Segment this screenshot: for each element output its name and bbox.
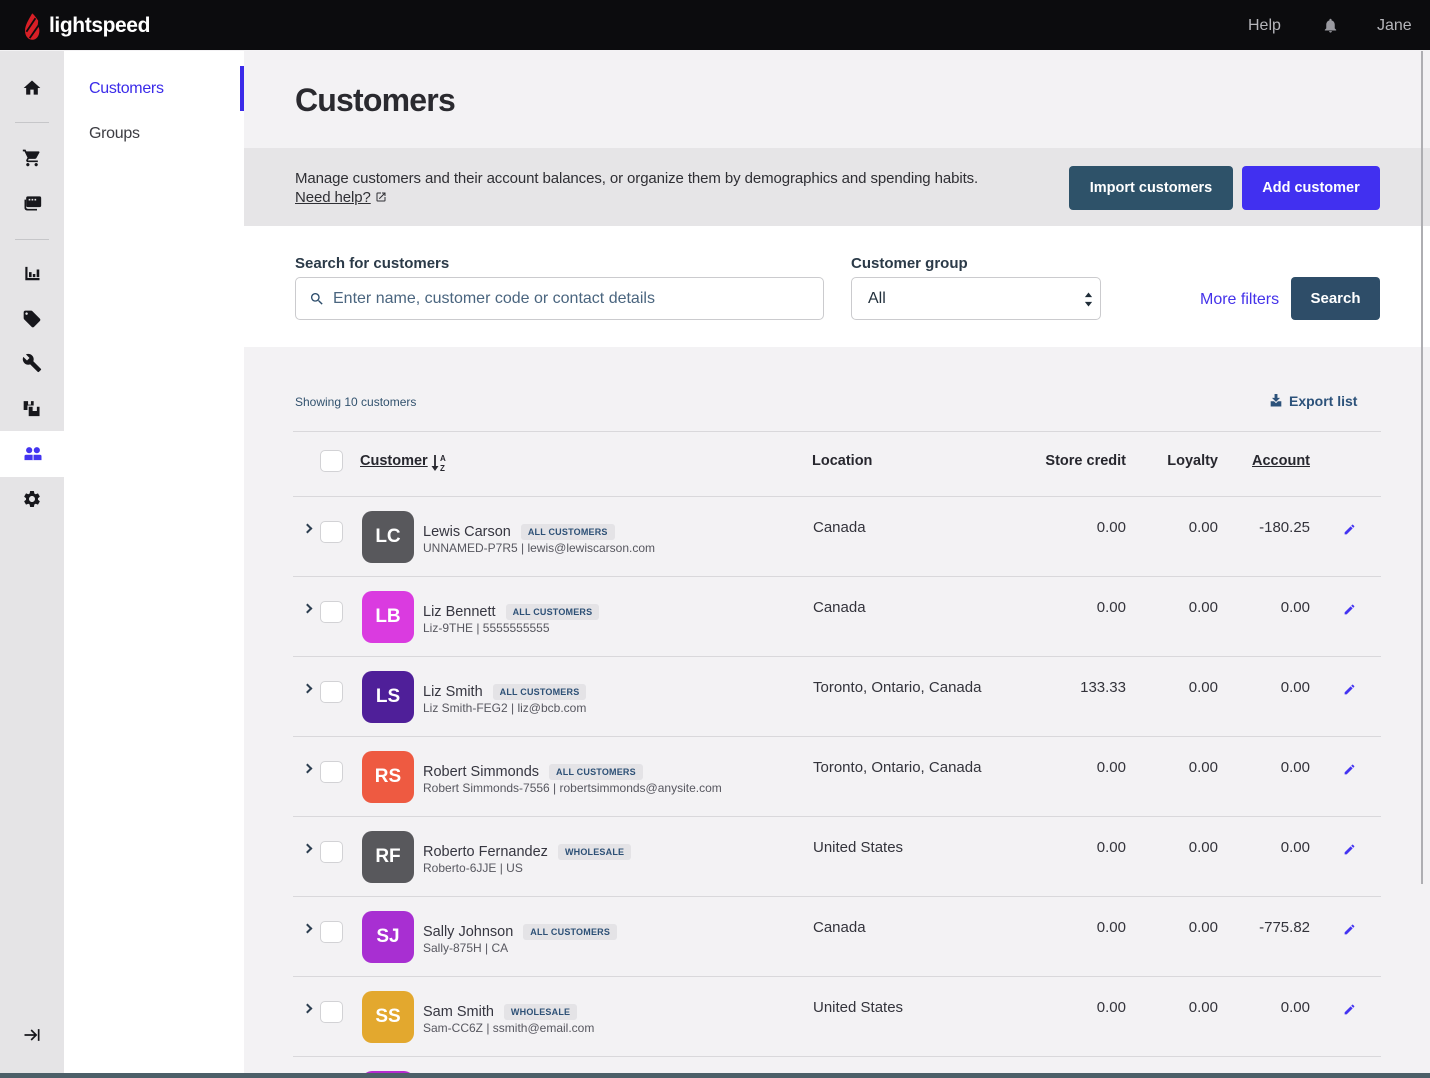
svg-text:Z: Z — [440, 464, 445, 472]
svg-text:A: A — [440, 454, 446, 463]
